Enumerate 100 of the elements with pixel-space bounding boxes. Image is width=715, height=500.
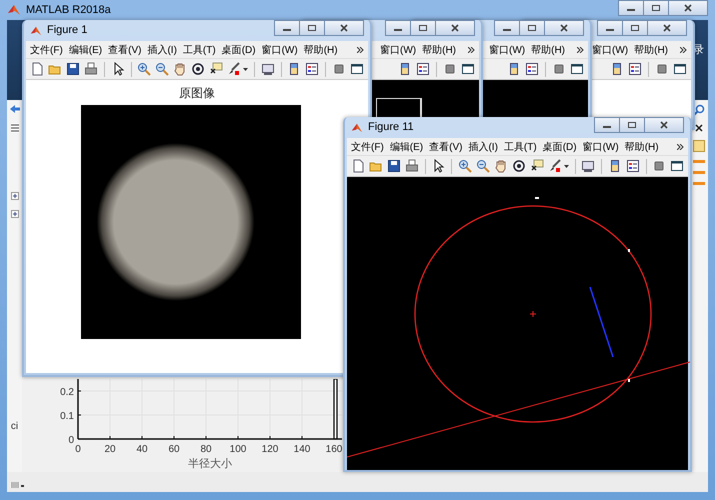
menu-item[interactable]: 文件(F) — [351, 140, 384, 154]
menu-item[interactable]: 编辑(E) — [390, 140, 424, 154]
window-icon[interactable] — [570, 62, 584, 76]
menu-item[interactable]: 文件(F) — [30, 42, 63, 56]
chevron-icon[interactable] — [677, 144, 684, 150]
data-cursor-icon[interactable] — [530, 159, 544, 173]
zoom-in-icon[interactable] — [137, 62, 152, 76]
data-cursor-icon[interactable] — [209, 62, 224, 76]
menu-item[interactable]: 窗口(W) — [380, 42, 416, 56]
menu-item[interactable]: 插入(I) — [468, 140, 498, 154]
zoom-out-icon[interactable] — [476, 159, 490, 173]
chevron-icon[interactable] — [468, 46, 475, 52]
maximize-icon — [418, 24, 428, 32]
hand-icon[interactable] — [173, 62, 188, 76]
minimize-button[interactable] — [385, 20, 411, 36]
histogram-bar — [333, 379, 338, 440]
new-file-icon[interactable] — [351, 159, 365, 173]
menu-item[interactable]: 编辑(E) — [68, 42, 102, 56]
maximize-button[interactable] — [410, 20, 436, 36]
colorbar-icon[interactable] — [398, 62, 412, 76]
legend-icon[interactable] — [525, 62, 539, 76]
maximize-button[interactable] — [622, 20, 648, 36]
expand-icon[interactable] — [10, 210, 18, 218]
rotate-icon[interactable] — [512, 159, 526, 173]
zoom-out-icon[interactable] — [155, 62, 170, 76]
rotate-icon[interactable] — [191, 62, 206, 76]
menu-icon[interactable] — [10, 124, 20, 132]
close-icon — [450, 24, 460, 32]
square-icon[interactable] — [332, 62, 346, 76]
close-icon — [559, 24, 569, 32]
menu-item[interactable]: 窗口(W) — [582, 140, 619, 154]
close-button[interactable] — [644, 117, 684, 133]
menu-item[interactable]: 帮助(H) — [304, 42, 338, 56]
chevron-icon[interactable] — [577, 46, 584, 52]
menu-item[interactable]: 查看(V) — [429, 140, 462, 154]
close-button[interactable] — [435, 20, 475, 36]
menu-item[interactable]: 窗口(W) — [489, 42, 526, 56]
new-file-icon[interactable] — [30, 62, 44, 76]
minimize-button[interactable] — [274, 20, 300, 36]
menu-item[interactable]: 帮助(H) — [422, 42, 456, 56]
x-tick-label: 60 — [168, 444, 180, 455]
link-plot-icon[interactable] — [260, 62, 275, 76]
grip-icon[interactable] — [11, 481, 25, 489]
window-icon[interactable] — [350, 62, 364, 76]
square-icon[interactable] — [443, 62, 457, 76]
menu-item[interactable]: 窗口(W) — [262, 42, 298, 56]
maximize-icon — [630, 24, 640, 32]
window-title: Figure 1 — [47, 24, 88, 36]
legend-icon[interactable] — [628, 62, 642, 76]
menu-item[interactable]: 工具(T) — [182, 42, 216, 56]
save-icon[interactable] — [66, 62, 80, 76]
square-icon[interactable] — [552, 62, 566, 76]
chevron-icon[interactable] — [357, 46, 364, 52]
search-icon[interactable] — [693, 104, 705, 116]
menu-item[interactable]: 桌面(D) — [222, 42, 256, 56]
variable-marker — [693, 171, 705, 174]
close-button[interactable] — [544, 20, 584, 36]
minimize-button[interactable] — [618, 0, 644, 16]
legend-icon[interactable] — [626, 159, 640, 173]
print-icon[interactable] — [405, 159, 419, 173]
window-icon[interactable] — [673, 62, 687, 76]
hand-icon[interactable] — [494, 159, 508, 173]
square-icon[interactable] — [652, 159, 666, 173]
back-arrow-icon[interactable] — [8, 104, 20, 114]
window-icon[interactable] — [461, 62, 475, 76]
note-icon[interactable] — [693, 140, 705, 152]
menu-item[interactable]: 查看(V) — [108, 42, 142, 56]
menu-item[interactable]: 工具(T) — [504, 140, 537, 154]
maximize-button[interactable] — [643, 0, 669, 16]
chevron-icon[interactable] — [680, 46, 687, 52]
close-button[interactable] — [668, 0, 708, 16]
legend-icon[interactable] — [416, 62, 430, 76]
colorbar-icon[interactable] — [507, 62, 521, 76]
print-icon[interactable] — [84, 62, 98, 76]
menu-item[interactable]: 窗口(W) — [592, 42, 628, 56]
colorbar-icon[interactable] — [610, 62, 624, 76]
minimize-button[interactable] — [597, 20, 623, 36]
minimize-button[interactable] — [494, 20, 520, 36]
menu-item[interactable]: 插入(I) — [147, 42, 177, 56]
minimize-button[interactable] — [594, 117, 620, 133]
save-icon[interactable] — [387, 159, 401, 173]
square-icon[interactable] — [655, 62, 669, 76]
window-icon[interactable] — [670, 159, 684, 173]
link-plot-icon[interactable] — [581, 159, 596, 173]
maximize-button[interactable] — [299, 20, 325, 36]
menu-item[interactable]: 帮助(H) — [634, 42, 668, 56]
zoom-in-icon[interactable] — [458, 159, 472, 173]
close-button[interactable] — [647, 20, 687, 36]
close-button[interactable] — [324, 20, 364, 36]
menu-item[interactable]: 帮助(H) — [531, 42, 565, 56]
maximize-button[interactable] — [519, 20, 545, 36]
brush-icon[interactable] — [548, 159, 562, 173]
close-icon[interactable] — [695, 124, 703, 132]
legend-icon[interactable] — [305, 62, 320, 76]
expand-icon[interactable] — [10, 192, 18, 200]
menu-item[interactable]: 帮助(H) — [624, 140, 659, 154]
maximize-button[interactable] — [619, 117, 645, 133]
maximize-icon — [651, 4, 661, 12]
menu-item[interactable]: 桌面(D) — [542, 140, 577, 154]
brush-icon[interactable] — [227, 62, 242, 76]
